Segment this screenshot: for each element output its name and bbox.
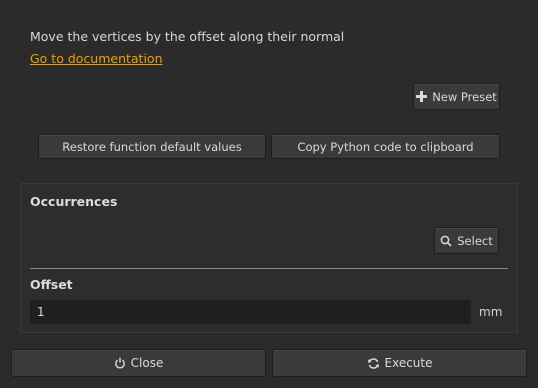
close-button[interactable]: Close	[11, 349, 266, 377]
plus-icon	[416, 91, 428, 102]
new-preset-label: New Preset	[432, 89, 497, 104]
section-divider	[30, 268, 508, 269]
copy-python-code-button[interactable]: Copy Python code to clipboard	[271, 134, 500, 159]
offset-input[interactable]	[30, 300, 471, 324]
offset-label: Offset	[30, 277, 73, 292]
restore-defaults-label: Restore function default values	[62, 139, 242, 154]
close-label: Close	[130, 356, 164, 370]
execute-label: Execute	[384, 356, 433, 370]
select-label: Select	[457, 233, 493, 248]
copy-python-code-label: Copy Python code to clipboard	[297, 139, 474, 154]
offset-unit: mm	[479, 305, 503, 319]
execute-button[interactable]: Execute	[272, 349, 527, 377]
tool-description: Move the vertices by the offset along th…	[30, 29, 345, 44]
new-preset-button[interactable]: New Preset	[413, 83, 500, 110]
occurrences-label: Occurrences	[30, 194, 118, 209]
select-button[interactable]: Select	[434, 227, 499, 254]
power-icon	[114, 357, 126, 369]
documentation-link[interactable]: Go to documentation	[30, 51, 163, 66]
search-icon	[440, 235, 452, 247]
restore-defaults-button[interactable]: Restore function default values	[38, 134, 266, 159]
refresh-icon	[367, 357, 380, 370]
